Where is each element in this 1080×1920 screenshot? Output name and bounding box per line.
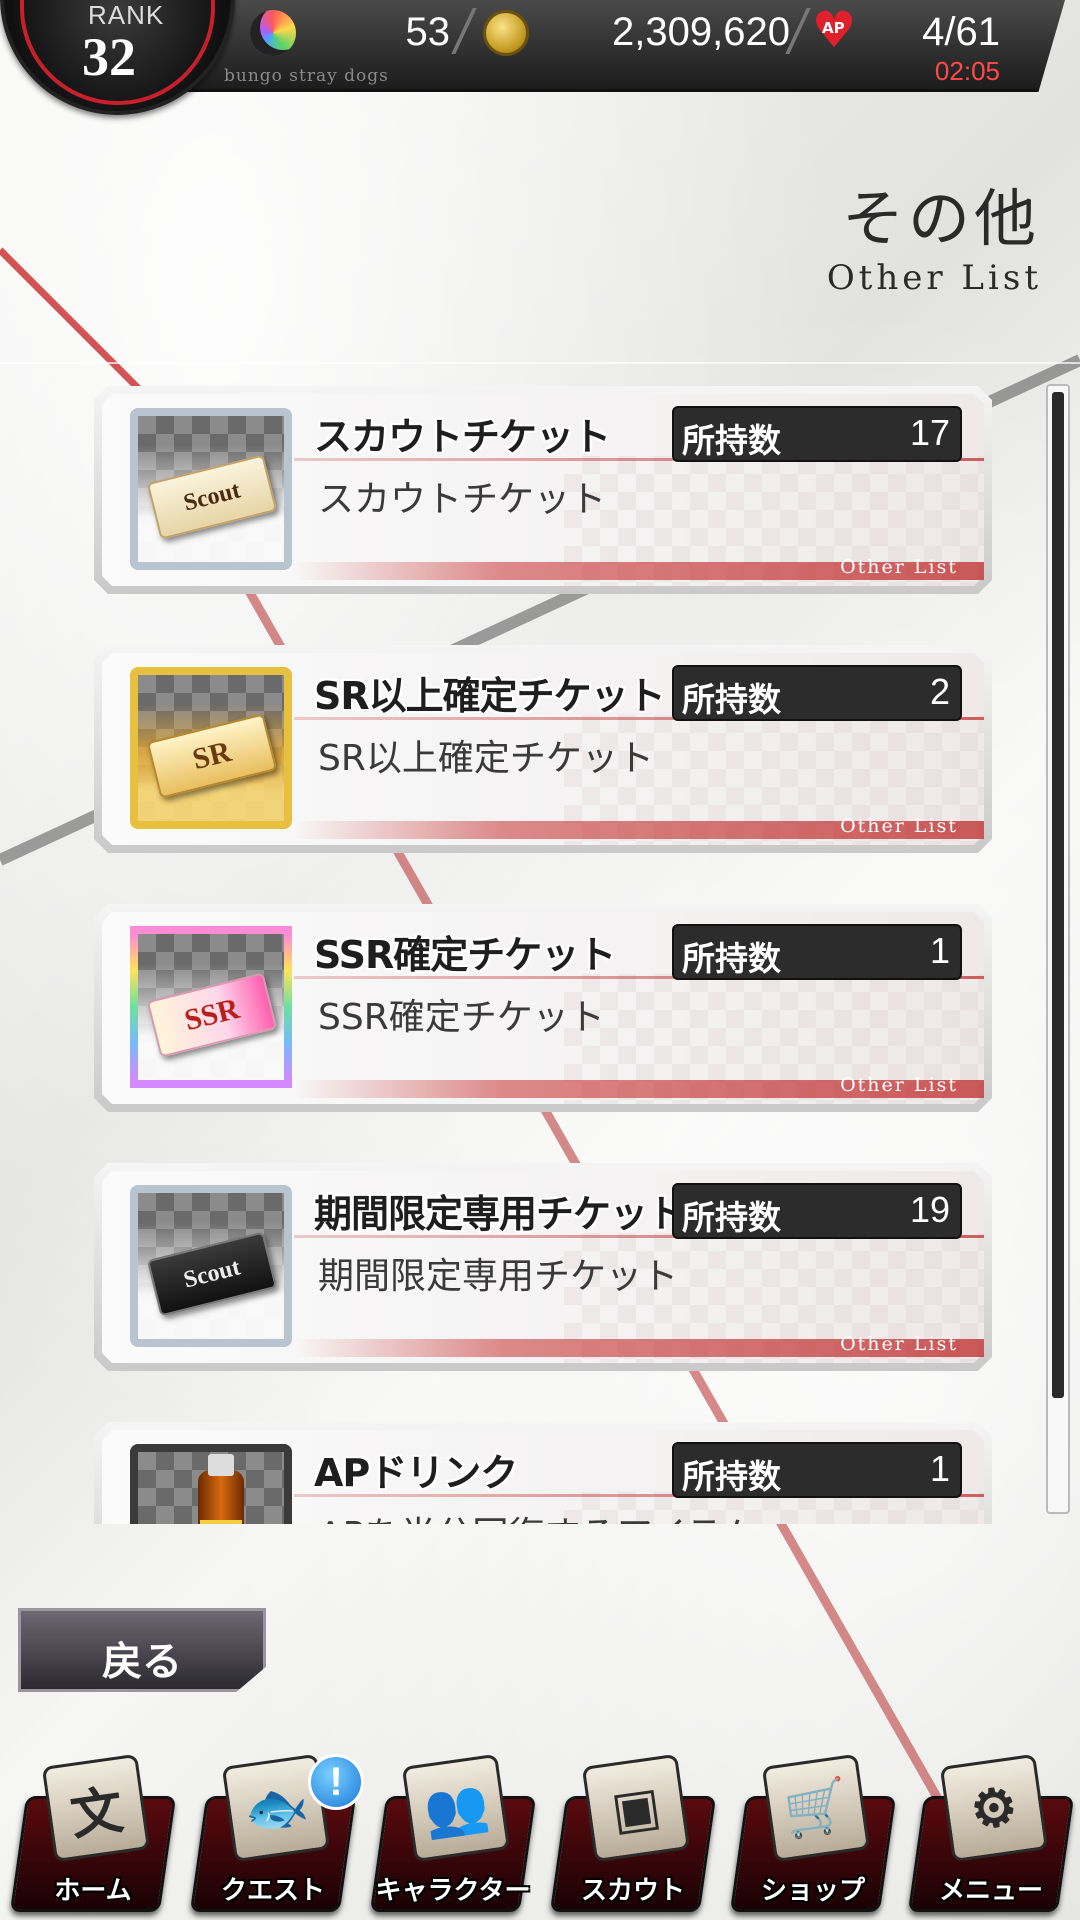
owned-count: 19	[909, 1189, 950, 1230]
item-tag: Other List	[840, 1333, 958, 1355]
bottom-nav: 文 ホーム 🐟 クエスト ! 👥 キャラクター ▣ スカウト 🛒 ショップ ⚙ …	[0, 1752, 1080, 1920]
gear-icon: ⚙	[939, 1753, 1049, 1863]
nav-shop[interactable]: 🛒 ショップ	[728, 1752, 898, 1920]
nav-character[interactable]: 👥 キャラクター	[368, 1752, 538, 1920]
owned-count-box: 所持数 1	[672, 924, 962, 980]
coin-icon	[483, 10, 529, 56]
item-name: APドリンク	[314, 1451, 518, 1495]
owned-label: 所持数	[682, 1457, 781, 1496]
list-item[interactable]: APドリンク APを半分回復するアイテム 所持数 1	[94, 1422, 992, 1524]
nav-home[interactable]: 文 ホーム	[8, 1752, 178, 1920]
back-button[interactable]: 戻る	[18, 1608, 266, 1692]
item-icon-frame: SSR	[130, 926, 292, 1088]
owned-count-box: 所持数 19	[672, 1183, 962, 1239]
item-description: 期間限定専用チケット	[318, 1256, 679, 1297]
nav-scout-label: スカウト	[580, 1876, 685, 1906]
owned-count: 2	[929, 671, 950, 712]
owned-label: 所持数	[682, 680, 781, 719]
owned-label: 所持数	[682, 421, 781, 460]
item-description: APを半分回復するアイテム	[318, 1506, 757, 1524]
item-tag: Other List	[840, 1074, 958, 1096]
list-item[interactable]: Other List SSR SSR確定チケット SSR確定チケット 所持数 1	[94, 904, 992, 1112]
nav-scout[interactable]: ▣ スカウト	[548, 1752, 718, 1920]
owned-count-box: 所持数 17	[672, 406, 962, 462]
nav-menu-label: メニュー	[938, 1876, 1043, 1906]
shop-cart-icon: 🛒	[761, 1753, 871, 1863]
item-description: SR以上確定チケット	[318, 738, 654, 779]
list-item[interactable]: Other List Scout 期間限定専用チケット 期間限定専用チケット 所…	[94, 1163, 992, 1371]
ap-heart-icon: ♥ AP	[811, 1, 857, 59]
owned-count: 17	[909, 412, 950, 453]
ap-label: AP	[822, 19, 845, 37]
item-name: スカウトチケット	[314, 415, 611, 459]
item-icon-frame	[130, 1444, 292, 1524]
nav-character-label: キャラクター	[375, 1876, 531, 1906]
item-tag: Other List	[840, 815, 958, 837]
ap-count: 4/61	[922, 10, 1000, 54]
item-name: SR以上確定チケット	[314, 674, 666, 718]
game-subtitle: bungo stray dogs	[224, 66, 389, 86]
owned-count-box: 所持数 2	[672, 665, 962, 721]
nav-menu[interactable]: ⚙ メニュー	[906, 1752, 1076, 1920]
list-scrollbar[interactable]	[1046, 384, 1070, 1514]
coin-count: 2,309,620	[612, 10, 790, 54]
ap-drink-icon	[198, 1454, 244, 1524]
character-icon: 👥	[401, 1753, 511, 1863]
item-description: SSR確定チケット	[318, 997, 605, 1038]
list-item[interactable]: Other List SR SR以上確定チケット SR以上確定チケット 所持数 …	[94, 645, 992, 853]
scrollbar-thumb[interactable]	[1052, 392, 1064, 1398]
item-name: 期間限定専用チケット	[314, 1192, 685, 1236]
item-description: スカウトチケット	[318, 479, 607, 520]
owned-count: 1	[929, 1448, 950, 1489]
page-title: その他	[841, 182, 1040, 255]
rank-value: 32	[82, 27, 136, 87]
status-bar: RANK 32 53 2,309,620 ♥ AP 4/61 02:05 bung…	[0, 0, 1080, 115]
item-list[interactable]: Other List Scout スカウトチケット スカウトチケット 所持数 1…	[0, 362, 1080, 1524]
page-subtitle: Other List	[826, 258, 1042, 298]
nav-shop-label: ショップ	[760, 1876, 865, 1906]
owned-count-box: 所持数 1	[672, 1442, 962, 1498]
item-tag: Other List	[840, 556, 958, 578]
owned-count: 1	[929, 930, 950, 971]
item-name: SSR確定チケット	[314, 933, 616, 977]
ap-timer: 02:05	[934, 56, 1000, 86]
home-icon: 文	[41, 1753, 151, 1863]
owned-label: 所持数	[682, 1198, 781, 1237]
item-icon-frame: SR	[130, 667, 292, 829]
scout-book-icon: ▣	[581, 1753, 691, 1863]
nav-quest[interactable]: 🐟 クエスト !	[188, 1752, 364, 1920]
nav-home-label: ホーム	[54, 1876, 132, 1906]
nav-quest-label: クエスト	[220, 1876, 325, 1906]
notification-badge: !	[308, 1754, 364, 1810]
list-item[interactable]: Other List Scout スカウトチケット スカウトチケット 所持数 1…	[94, 386, 992, 594]
moon-crystal-icon	[250, 10, 296, 56]
item-icon-frame: Scout	[130, 408, 292, 570]
owned-label: 所持数	[682, 939, 781, 978]
moon-count: 53	[405, 10, 451, 54]
item-icon-frame: Scout	[130, 1185, 292, 1347]
back-label: 戻る	[102, 1639, 182, 1685]
